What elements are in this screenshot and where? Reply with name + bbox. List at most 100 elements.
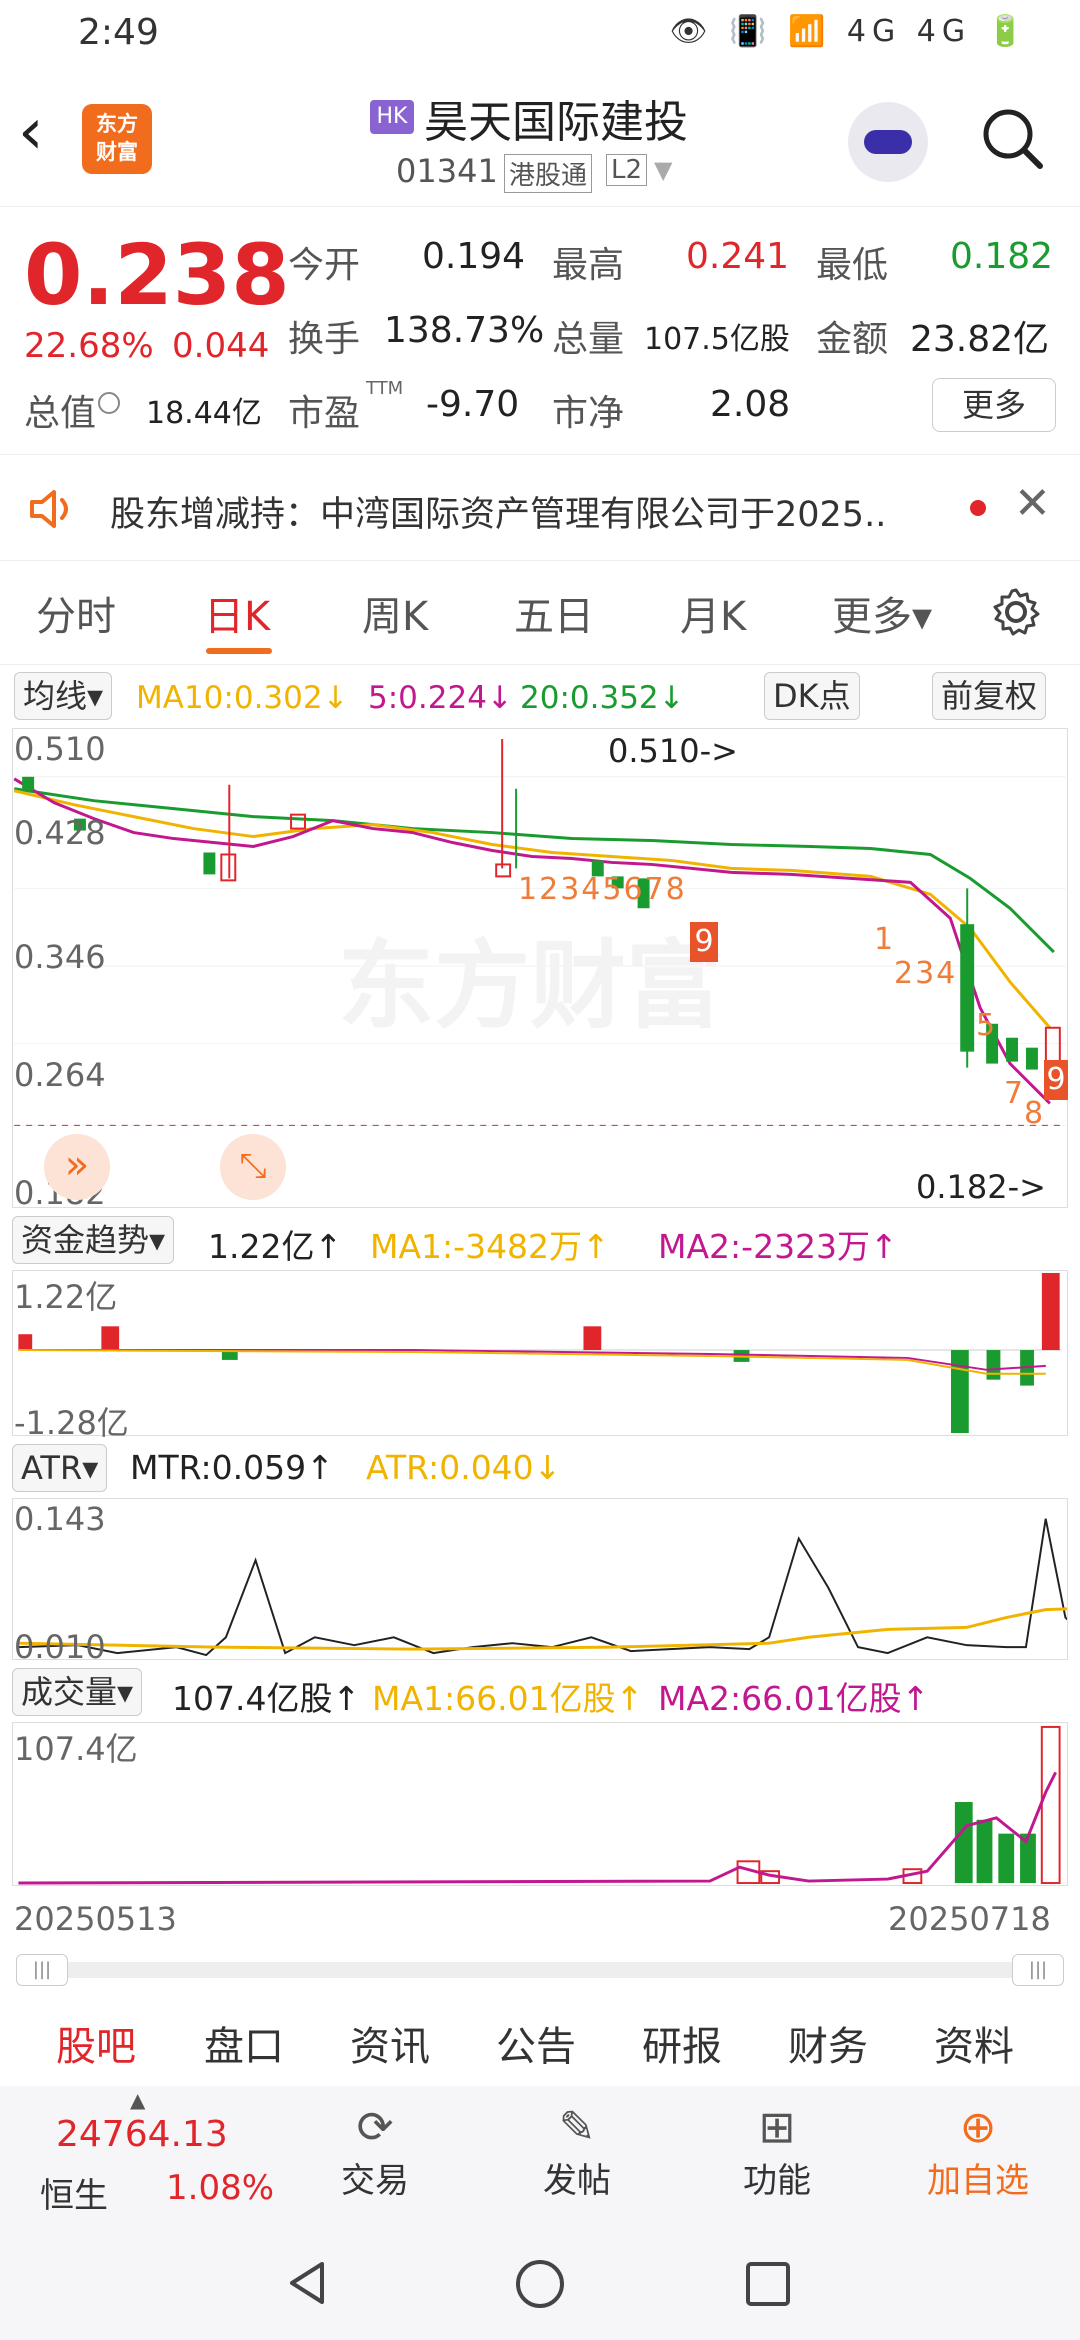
fund-chart[interactable]: [12, 1270, 1068, 1436]
td-num: 4: [936, 956, 958, 991]
tab-monthly-k[interactable]: 月K: [680, 584, 746, 642]
dk-point-button[interactable]: DK点: [764, 672, 860, 720]
add-watchlist-button[interactable]: ⊕ 加自选: [918, 2102, 1038, 2202]
home-circle-icon[interactable]: [514, 2258, 566, 2310]
notice-bar[interactable]: 股东增减持：中湾国际资产管理有限公司于2025.. ✕: [0, 458, 1080, 558]
y-label-3: 0.346: [14, 938, 106, 976]
watermark: 东方财富: [338, 930, 722, 1042]
scroll-handle-left[interactable]: |||: [16, 1954, 68, 1986]
td-num: 3: [915, 956, 937, 991]
search-icon[interactable]: [976, 102, 1048, 174]
td-seq-2-c: 5: [976, 1008, 996, 1043]
timeline-scrollbar[interactable]: [16, 1962, 1064, 1978]
atr-mtr: MTR:0.059↑: [130, 1448, 334, 1487]
expand-sidebar-icon[interactable]: »: [44, 1134, 110, 1200]
y-label-2: 0.428: [14, 814, 106, 852]
back-triangle-icon[interactable]: [282, 2258, 332, 2308]
low-label: 最低: [816, 245, 889, 286]
pe-value: -9.70: [426, 384, 520, 425]
index-value[interactable]: 24764.13: [56, 2114, 228, 2155]
td-num: 6: [623, 872, 645, 907]
change-amount: 0.044: [172, 326, 270, 366]
tab-five-day[interactable]: 五日: [514, 584, 594, 642]
level-tag[interactable]: L2: [606, 154, 648, 186]
volume-axis-top: 107.4亿: [14, 1730, 138, 1768]
tab-announcements[interactable]: 公告: [496, 2014, 576, 2072]
index-pct: 1.08%: [166, 2168, 275, 2208]
pe-label: 市盈: [288, 393, 361, 434]
stock-code: 01341: [396, 152, 498, 190]
amount-value: 23.82亿: [910, 319, 1050, 360]
scroll-handle-right[interactable]: |||: [1012, 1954, 1064, 1986]
fund-ma2: MA2:-2323万↑: [658, 1227, 898, 1266]
function-label: 功能: [743, 2161, 811, 2201]
edit-icon: ✎: [558, 2102, 596, 2153]
td-num: 4: [581, 872, 603, 907]
tab-order-book[interactable]: 盘口: [204, 2014, 284, 2072]
tab-forum[interactable]: 股吧: [56, 2014, 136, 2072]
atr-chart[interactable]: [12, 1498, 1068, 1660]
fullscreen-icon[interactable]: ⤡: [220, 1134, 286, 1200]
high-label: 最高: [552, 245, 625, 286]
app-logo: 东方 财富: [82, 104, 152, 174]
close-icon[interactable]: ✕: [1014, 478, 1051, 529]
atr-selector[interactable]: ATR▾: [12, 1444, 108, 1492]
open-value: 0.194: [422, 236, 526, 277]
td-seq-2-d: 7: [1004, 1076, 1024, 1111]
trade-button[interactable]: ⟳ 交易: [330, 2102, 420, 2202]
more-quote-button[interactable]: 更多: [932, 378, 1056, 432]
td-nine-badge: 9: [690, 922, 718, 962]
turnover-label: 换手: [288, 319, 361, 360]
post-button[interactable]: ✎ 发帖: [532, 2102, 622, 2202]
tab-daily-k[interactable]: 日K: [204, 584, 270, 642]
td-num: 7: [644, 872, 666, 907]
active-tab-indicator: [206, 648, 272, 654]
fund-indicator-selector[interactable]: 资金趋势▾: [12, 1216, 175, 1264]
function-button[interactable]: ⊞ 功能: [732, 2102, 822, 2202]
fund-value: 1.22亿↑: [208, 1227, 343, 1266]
adjust-button[interactable]: 前复权: [932, 672, 1047, 720]
td-seq-2-e: 8: [1024, 1096, 1044, 1131]
tab-intraday[interactable]: 分时: [36, 584, 116, 642]
tab-more[interactable]: 更多▾: [832, 584, 932, 642]
fund-axis-top: 1.22亿: [14, 1278, 118, 1316]
y-label-4: 0.264: [14, 1056, 106, 1094]
tab-research[interactable]: 研报: [642, 2014, 722, 2072]
fund-axis-bottom: -1.28亿: [14, 1404, 129, 1442]
td-num: 2: [894, 956, 916, 991]
divider: [0, 664, 1080, 665]
robot-eye-icon: [864, 130, 912, 154]
ma10-value: MA10:0.302↓: [136, 680, 349, 716]
turnover-value: 138.73%: [384, 310, 545, 351]
chevron-down-icon[interactable]: ▼: [654, 156, 672, 184]
date-start: 20250513: [14, 1900, 177, 1938]
volume-selector[interactable]: 成交量▾: [12, 1668, 143, 1716]
tab-profile[interactable]: 资料: [934, 2014, 1014, 2072]
gear-icon[interactable]: [990, 586, 1042, 638]
recents-square-icon[interactable]: [744, 2260, 792, 2308]
y-label-top: 0.510: [14, 730, 106, 768]
volume-value-sub: 107.4亿股↑: [172, 1679, 361, 1718]
bottom-content-tabs: 股吧 盘口 资讯 公告 研报 财务 资料: [0, 2000, 1080, 2080]
td-num: 8: [665, 872, 687, 907]
tab-news[interactable]: 资讯: [350, 2014, 430, 2072]
td-num: 3: [560, 872, 582, 907]
back-chevron-icon[interactable]: ‹: [18, 100, 44, 164]
tab-financials[interactable]: 财务: [788, 2014, 868, 2072]
divider: [0, 454, 1080, 455]
action-bar: ▲ 24764.13 恒生 1.08% ⟳ 交易 ✎ 发帖 ⊞ 功能 ⊕ 加自选: [0, 2086, 1080, 2224]
info-icon[interactable]: [98, 392, 120, 414]
indicator-selector[interactable]: 均线▾: [14, 672, 113, 720]
triangle-up-icon: ▲: [130, 2088, 146, 2112]
atr-axis-bottom: 0.010: [14, 1628, 106, 1666]
atr-axis-top: 0.143: [14, 1500, 106, 1538]
volume-chart[interactable]: [12, 1722, 1068, 1886]
volume-value: 107.5亿股: [644, 322, 790, 357]
status-bar: 2:49 👁 📳 📶 4G 4G 🔋: [0, 0, 1080, 72]
grid-icon: ⊞: [758, 2102, 796, 2153]
high-value: 0.241: [686, 236, 790, 277]
fund-ma1: MA1:-3482万↑: [370, 1227, 610, 1266]
connect-tag: 港股通: [504, 154, 593, 193]
tab-weekly-k[interactable]: 周K: [362, 584, 428, 642]
mcap-value: 18.44亿: [146, 396, 262, 431]
